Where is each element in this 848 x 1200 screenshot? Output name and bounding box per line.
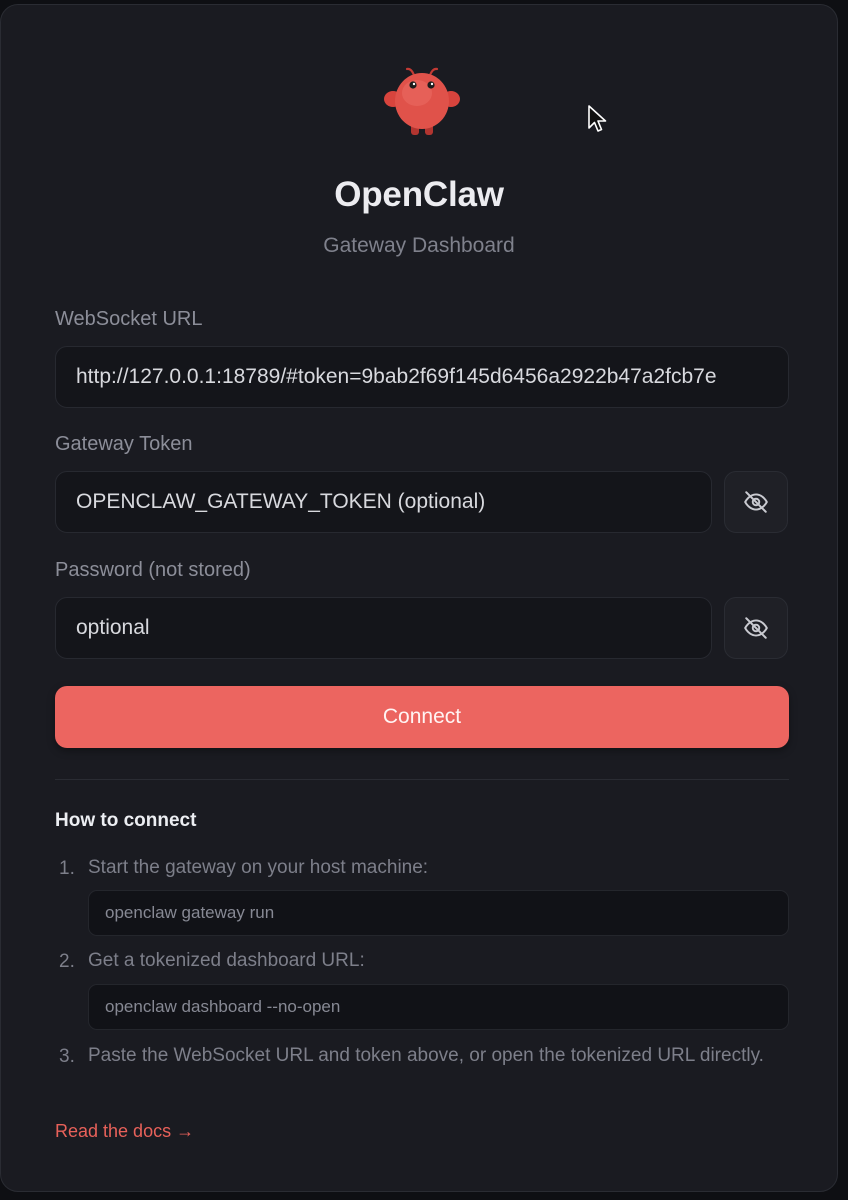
how-to-connect-heading: How to connect xyxy=(55,810,197,831)
step-1-code-block[interactable]: openclaw gateway run xyxy=(88,890,789,936)
eye-off-icon xyxy=(744,617,768,639)
gateway-token-input[interactable]: OPENCLAW_GATEWAY_TOKEN (optional) xyxy=(55,471,712,533)
app-title: OpenClaw xyxy=(334,175,504,214)
connect-button[interactable]: Connect xyxy=(55,686,789,748)
step-2-number: 2. xyxy=(59,951,75,972)
step-2-code: openclaw dashboard --no-open xyxy=(105,997,341,1016)
gateway-token-label: Gateway Token xyxy=(55,433,193,455)
step-1-text: Start the gateway on your host machine: xyxy=(88,857,429,878)
divider xyxy=(55,779,789,780)
password-input[interactable]: optional xyxy=(55,597,712,659)
app-subtitle: Gateway Dashboard xyxy=(323,234,515,257)
read-docs-link[interactable]: Read the docs → xyxy=(55,1121,194,1142)
login-card: OpenClaw Gateway Dashboard WebSocket URL… xyxy=(0,4,838,1192)
websocket-url-label: WebSocket URL xyxy=(55,308,203,330)
websocket-url-value: http://127.0.0.1:18789/#token=9bab2f69f1… xyxy=(76,365,717,388)
toggle-password-visibility-button[interactable] xyxy=(724,597,788,659)
mouse-cursor-icon xyxy=(588,105,607,132)
gateway-token-placeholder: OPENCLAW_GATEWAY_TOKEN (optional) xyxy=(76,490,486,513)
password-label: Password (not stored) xyxy=(55,559,251,581)
connect-button-label: Connect xyxy=(382,705,462,728)
websocket-url-input[interactable]: http://127.0.0.1:18789/#token=9bab2f69f1… xyxy=(55,346,789,408)
openclaw-logo-icon xyxy=(384,67,460,135)
step-2-text: Get a tokenized dashboard URL: xyxy=(88,950,365,971)
step-3-number: 3. xyxy=(59,1046,75,1067)
step-3-text: Paste the WebSocket URL and token above,… xyxy=(88,1045,764,1066)
toggle-token-visibility-button[interactable] xyxy=(724,471,788,533)
step-2-code-block[interactable]: openclaw dashboard --no-open xyxy=(88,984,789,1030)
eye-off-icon xyxy=(744,491,768,513)
step-1-number: 1. xyxy=(59,858,75,879)
password-placeholder: optional xyxy=(76,616,150,639)
step-1-code: openclaw gateway run xyxy=(105,903,275,922)
